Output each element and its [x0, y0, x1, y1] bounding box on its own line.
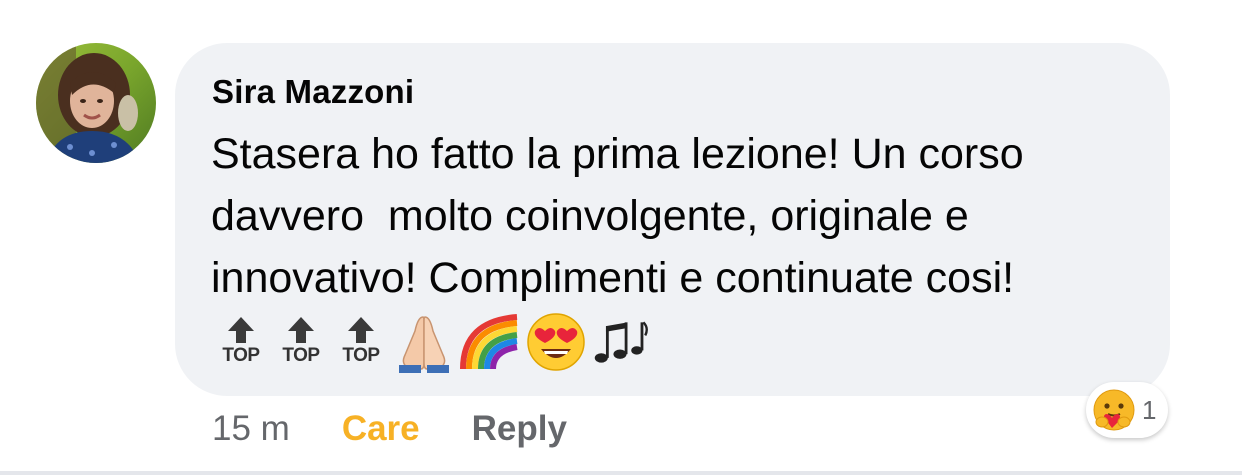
comment-bubble: Sira Mazzoni Stasera ho fatto la prima l… [175, 43, 1170, 396]
top-label: TOP [342, 345, 380, 366]
rainbow-icon [460, 314, 518, 370]
top-arrow-icon: TOP [333, 313, 389, 373]
emoji-row: TOP TOP TOP [213, 311, 649, 373]
reaction-count: 1 [1142, 394, 1157, 425]
care-reaction-button[interactable]: Care [342, 409, 420, 449]
comment-actions: 15 m Care Reply [212, 405, 567, 453]
heart-eyes-icon [527, 313, 585, 371]
folded-hands-icon [399, 316, 449, 373]
top-arrow-icon: TOP [273, 313, 329, 373]
care-hug-face-icon [1093, 389, 1135, 431]
comment: Sira Mazzoni Stasera ho fatto la prima l… [0, 0, 1242, 475]
avatar-photo [36, 43, 156, 163]
musical-notes-icon [594, 321, 648, 363]
reply-button[interactable]: Reply [472, 409, 567, 449]
top-label: TOP [222, 345, 260, 366]
top-label: TOP [282, 345, 320, 366]
divider [0, 471, 1242, 475]
top-arrow-icon: TOP [213, 313, 269, 373]
comment-author[interactable]: Sira Mazzoni [212, 73, 414, 111]
comment-timestamp[interactable]: 15 m [212, 409, 290, 449]
avatar[interactable] [36, 43, 156, 163]
reaction-summary[interactable]: 1 [1086, 382, 1169, 438]
comment-text: Stasera ho fatto la prima lezione! Un co… [211, 130, 1024, 302]
